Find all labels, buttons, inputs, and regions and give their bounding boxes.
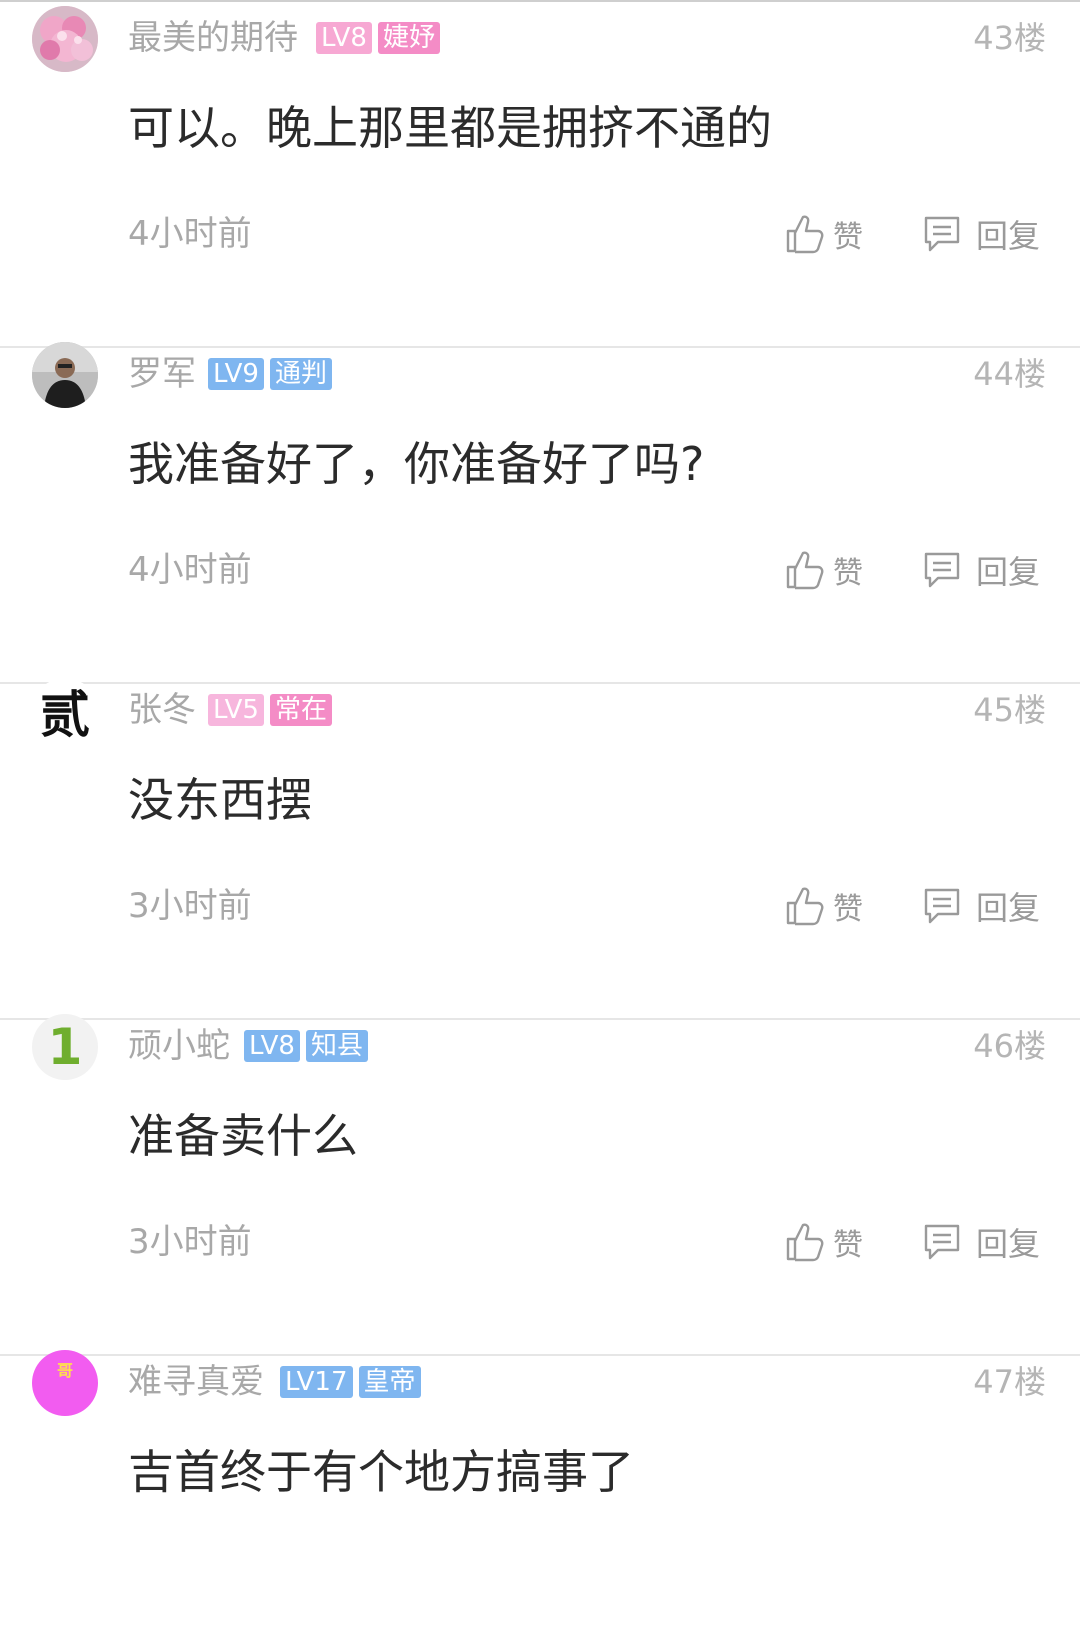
timestamp: 3小时前 [128,1222,252,1262]
thumbs-up-icon [786,551,824,590]
like-button[interactable]: 赞 [785,546,863,594]
comment-bubble-icon [924,552,960,588]
comment-bubble-icon [924,1224,960,1260]
reply-label: 回复 [976,1225,1041,1263]
comment-item: 最美的期待 LV8 婕妤 43楼 可以。晚上那里都是拥挤不通的 4小时前 赞 回… [0,2,1080,348]
user-badges: LV8 婕妤 [316,22,440,54]
level-badge: LV8 [316,22,372,54]
reply-label: 回复 [976,553,1041,591]
floor-number: 43楼 [973,19,1046,57]
reply-button[interactable]: 回复 [922,210,1040,258]
level-badge: LV9 [208,358,264,390]
username[interactable]: 顽小蛇 [128,1026,230,1066]
title-badge: 皇帝 [358,1366,421,1398]
comment-item: 哥 难寻真爱 LV17 皇帝 47楼 吉首终于有个地方搞事了 [0,1346,1080,1625]
user-badges: LV17 皇帝 [280,1366,421,1398]
reply-label: 回复 [976,889,1041,927]
username[interactable]: 张冬 [128,690,196,730]
like-label: 赞 [833,220,863,255]
floor-number: 46楼 [973,1027,1046,1065]
comment-text: 可以。晚上那里都是拥挤不通的 [128,101,772,155]
like-label: 赞 [833,1228,863,1263]
like-label: 赞 [833,892,863,927]
reply-label: 回复 [976,217,1041,255]
level-badge: LV8 [244,1030,300,1062]
username[interactable]: 罗军 [128,354,196,394]
thumbs-up-icon [786,215,824,254]
level-badge: LV5 [208,694,264,726]
magenta-avatar-icon: 哥 [56,1361,73,1380]
title-badge: 婕妤 [377,22,440,54]
reply-button[interactable]: 回复 [922,546,1040,594]
timestamp: 4小时前 [128,214,252,254]
avatar[interactable]: 哥 [32,1350,98,1416]
thumbs-up-icon [786,1223,824,1262]
avatar[interactable] [32,342,98,408]
floor-number: 44楼 [973,355,1046,393]
title-badge: 知县 [305,1030,368,1062]
comment-item: 1 顽小蛇 LV8 知县 46楼 准备卖什么 3小时前 赞 回复 [0,1010,1080,1356]
timestamp: 3小时前 [128,886,252,926]
comment-bubble-icon [924,888,960,924]
level-badge: LV17 [280,1366,353,1398]
reply-button[interactable]: 回复 [922,1218,1040,1266]
man-photo-avatar-icon [32,342,98,408]
comment-text: 没东西摆 [128,773,312,827]
user-badges: LV5 常在 [208,694,332,726]
avatar[interactable]: 贰 [32,678,98,744]
floor-number: 45楼 [973,691,1046,729]
user-badges: LV9 通判 [208,358,332,390]
title-badge: 通判 [269,358,332,390]
comment-bubble-icon [924,216,960,252]
like-button[interactable]: 赞 [785,210,863,258]
green-number-one-avatar-icon: 1 [47,1018,83,1076]
floor-number: 47楼 [973,1363,1046,1401]
timestamp: 4小时前 [128,550,252,590]
reply-button[interactable]: 回复 [922,882,1040,930]
comment-item: 贰 张冬 LV5 常在 45楼 没东西摆 3小时前 赞 回复 [0,674,1080,1020]
comment-text: 准备卖什么 [128,1109,358,1163]
comment-item: 罗军 LV9 通判 44楼 我准备好了，你准备好了吗? 4小时前 赞 回复 [0,338,1080,684]
like-button[interactable]: 赞 [785,882,863,930]
username[interactable]: 最美的期待 [128,18,298,58]
thumbs-up-icon [786,887,824,926]
pink-flowers-avatar-icon [32,6,98,72]
comment-text: 吉首终于有个地方搞事了 [128,1445,634,1499]
username[interactable]: 难寻真爱 [128,1362,264,1402]
avatar[interactable]: 1 [32,1014,98,1080]
calligraphy-avatar-icon: 贰 [40,685,90,744]
like-label: 赞 [833,556,863,591]
title-badge: 常在 [269,694,332,726]
avatar[interactable] [32,6,98,72]
user-badges: LV8 知县 [244,1030,368,1062]
like-button[interactable]: 赞 [785,1218,863,1266]
comment-text: 我准备好了，你准备好了吗? [128,437,705,491]
